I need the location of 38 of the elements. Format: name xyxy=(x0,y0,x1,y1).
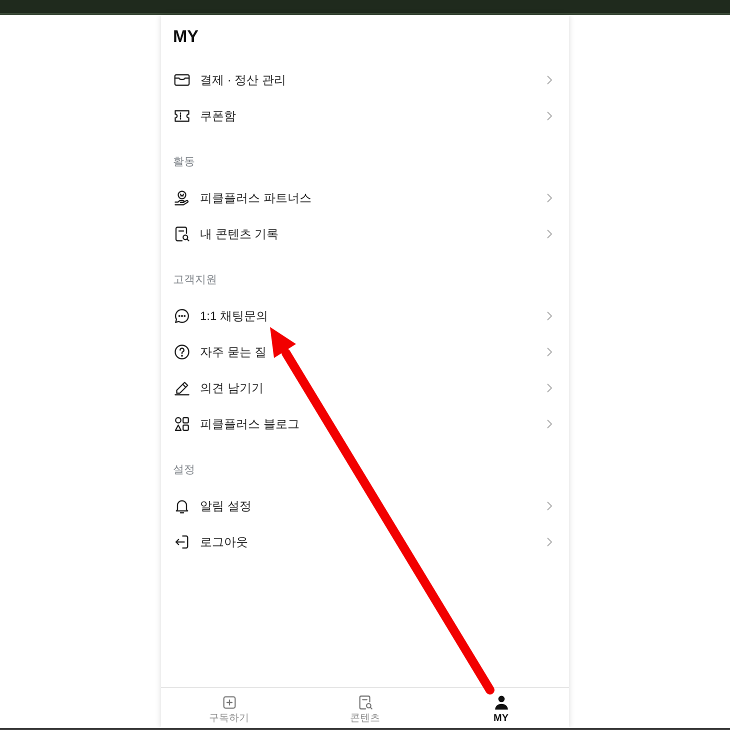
menu-item[interactable]: 피클플러스 블로그 xyxy=(161,406,569,442)
menu-item[interactable]: 1:1 채팅문의 xyxy=(161,298,569,334)
chevron-right-icon xyxy=(547,193,553,203)
chevron-right-icon xyxy=(547,501,553,511)
ticket-icon xyxy=(173,107,191,125)
menu-item[interactable]: 쿠폰함 xyxy=(161,98,569,134)
section-heading: 활동 xyxy=(173,155,195,170)
menu-item[interactable]: 결제 · 정산 관리 xyxy=(161,62,569,98)
chevron-right-icon xyxy=(547,383,553,393)
page-title: MY xyxy=(172,26,200,47)
logout-icon xyxy=(173,533,191,551)
chevron-right-icon xyxy=(547,75,553,85)
menu-item[interactable]: 알림 설정 xyxy=(161,488,569,524)
menu-item[interactable]: 로그아웃 xyxy=(161,524,569,560)
menu-item[interactable]: 자주 묻는 질 xyxy=(161,334,569,370)
section-heading: 설정 xyxy=(173,463,195,478)
chevron-right-icon xyxy=(547,111,553,121)
chevron-right-icon xyxy=(547,229,553,239)
user-icon xyxy=(492,694,510,711)
menu-item[interactable]: 내 콘텐츠 기록 xyxy=(161,216,569,252)
pencil-icon xyxy=(173,379,191,397)
card-icon xyxy=(173,71,191,89)
bell-icon xyxy=(173,497,191,515)
hand-coin-icon xyxy=(173,189,191,207)
menu-item[interactable]: 의견 남기기 xyxy=(161,370,569,406)
document-search-icon xyxy=(356,694,374,711)
chevron-right-icon xyxy=(547,347,553,357)
chat-bubble-icon xyxy=(173,307,191,325)
document-search-icon xyxy=(173,225,191,243)
menu-item[interactable]: 피클플러스 파트너스 xyxy=(161,180,569,216)
chevron-right-icon xyxy=(547,537,553,547)
chevron-right-icon xyxy=(547,311,553,321)
plus-square-icon xyxy=(220,694,238,711)
chevron-right-icon xyxy=(547,419,553,429)
section-heading: 고객지원 xyxy=(173,273,217,288)
nav-tab[interactable]: MY xyxy=(433,688,569,728)
shapes-icon xyxy=(173,415,191,433)
help-icon xyxy=(173,343,191,361)
